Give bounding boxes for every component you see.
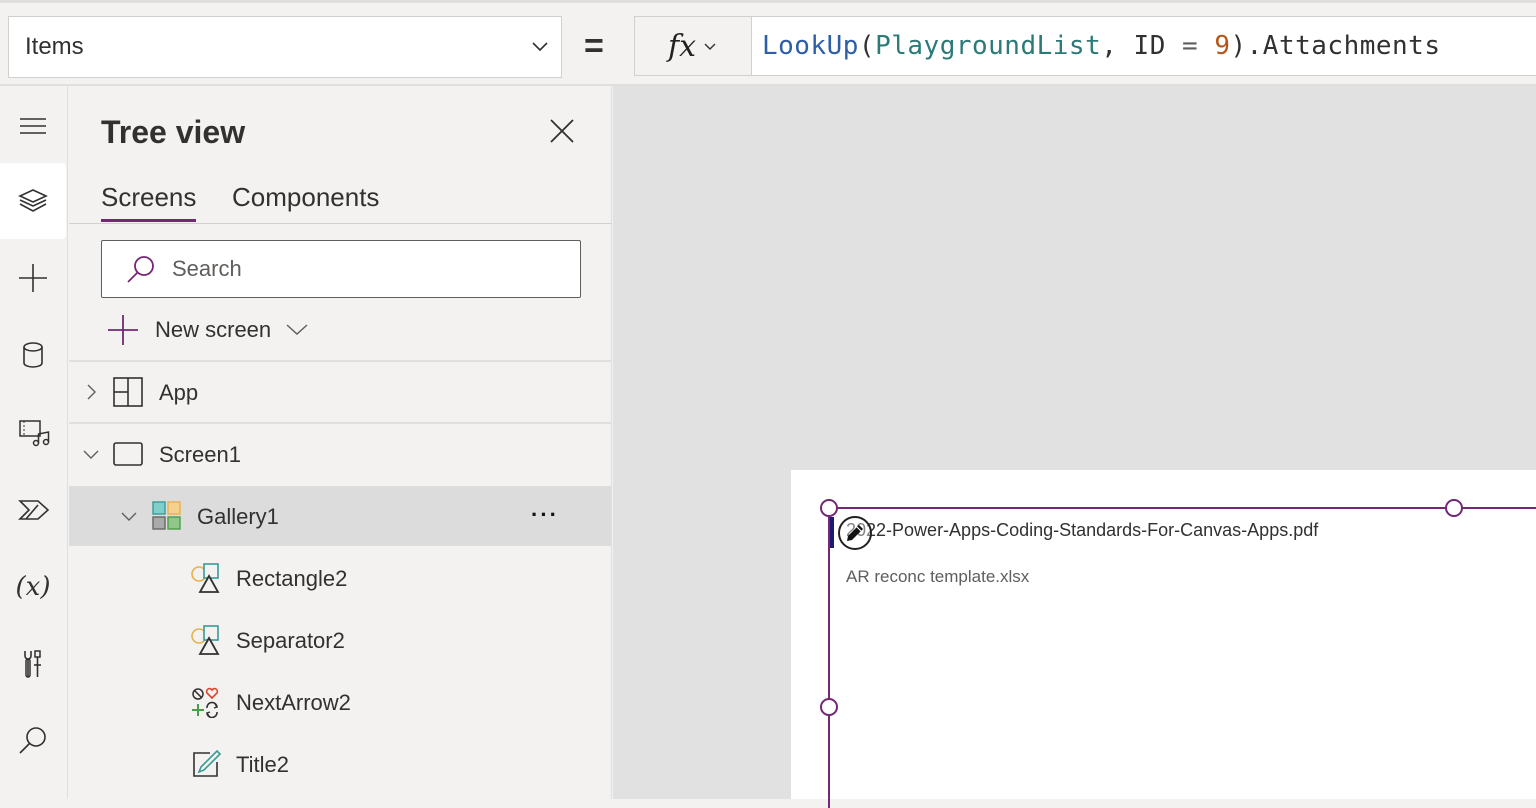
rail-media-button[interactable] xyxy=(0,394,66,470)
variables-icon: (x) xyxy=(15,572,51,602)
selection-border-left xyxy=(828,508,830,808)
chevron-down-icon[interactable] xyxy=(81,444,101,464)
chevron-down-icon xyxy=(704,43,716,50)
formula-input[interactable]: LookUp(PlaygroundList, ID = 9). Attachmen… xyxy=(751,16,1536,76)
rail-variables-button[interactable]: (x) xyxy=(0,549,66,625)
pencil-icon xyxy=(847,525,863,541)
search-placeholder: Search xyxy=(172,256,242,281)
tree-node-label: App xyxy=(159,380,199,405)
media-icon xyxy=(19,420,50,447)
chevron-down-icon xyxy=(286,324,308,335)
app-icon xyxy=(113,377,143,407)
tree-view-title: Tree view xyxy=(101,114,246,150)
tree-node-gallery1[interactable]: Gallery1 ··· xyxy=(69,486,611,546)
power-automate-icon xyxy=(18,500,50,520)
rail-power-automate-button[interactable] xyxy=(0,472,66,548)
tree-node-label: Rectangle2 xyxy=(236,566,348,591)
gallery-icon xyxy=(152,501,181,530)
chevron-down-icon xyxy=(532,42,548,52)
icons-icon xyxy=(192,687,219,718)
chevron-down-icon[interactable] xyxy=(119,506,139,526)
label-edit-icon xyxy=(193,749,222,777)
gallery-item-focus-bar xyxy=(830,517,834,548)
close-icon[interactable] xyxy=(547,116,577,146)
tree-node-title2[interactable]: Title2 xyxy=(69,734,611,794)
formula-token-punc: , xyxy=(1101,31,1134,61)
tree-node-screen1[interactable]: Screen1 xyxy=(69,422,611,482)
resize-handle-top-center[interactable] xyxy=(1445,499,1463,517)
tree-view-panel: Tree view Screens Components Search New … xyxy=(69,86,612,799)
tree-tabs: Screens Components xyxy=(69,178,612,224)
tree-node-rectangle2[interactable]: Rectangle2 xyxy=(69,548,611,608)
formula-token-prop: Attachments xyxy=(1262,31,1441,61)
selection-border-top xyxy=(829,507,1536,509)
formula-token-prop: ID xyxy=(1133,31,1166,61)
search-icon xyxy=(19,727,46,754)
tree-node-label: Screen1 xyxy=(159,442,241,467)
fx-icon: fx xyxy=(667,28,697,64)
tree-node-label: Separator2 xyxy=(236,628,345,653)
formula-token-op: = xyxy=(1165,31,1215,61)
app-screen[interactable]: 2022-Power-Apps-Coding-Standards-For-Can… xyxy=(791,470,1536,808)
tab-screens[interactable]: Screens xyxy=(101,182,197,222)
shapes-icon xyxy=(191,563,220,593)
canvas-area: 2022-Power-Apps-Coding-Standards-For-Can… xyxy=(613,86,1536,808)
formula-bar: Items = fx LookUp(PlaygroundList, ID = 9… xyxy=(0,0,1536,86)
tools-icon xyxy=(24,650,41,678)
hamburger-icon xyxy=(20,118,46,134)
resize-handle-middle-left[interactable] xyxy=(820,698,838,716)
shapes-icon xyxy=(191,625,220,655)
gallery-item-title[interactable]: AR reconc template.xlsx xyxy=(846,567,1029,587)
rail-insert-button[interactable] xyxy=(0,240,66,316)
new-screen-label: New screen xyxy=(155,317,272,342)
formula-token-fn: LookUp xyxy=(762,31,859,61)
layers-icon xyxy=(18,189,48,212)
tree-node-label: Gallery1 xyxy=(197,504,279,529)
rail-tree-view-button[interactable] xyxy=(0,163,66,239)
chevron-right-icon[interactable] xyxy=(81,382,101,402)
more-options-icon[interactable]: ··· xyxy=(531,502,559,528)
formula-token-id: PlaygroundList xyxy=(875,31,1102,61)
formula-token-num: 9 xyxy=(1214,31,1231,61)
equals-sign: = xyxy=(584,27,604,65)
left-rail: (x) xyxy=(0,86,68,799)
tree-search-input[interactable]: Search xyxy=(101,240,581,298)
screen-icon xyxy=(113,442,143,466)
rail-advanced-tools-button[interactable] xyxy=(0,626,66,702)
rail-data-button[interactable] xyxy=(0,317,66,393)
search-icon xyxy=(127,256,154,283)
formula-token-punc: ( xyxy=(858,31,876,61)
tree-node-nextarrow2[interactable]: NextArrow2 xyxy=(69,672,611,732)
tree-node-label: Title2 xyxy=(236,752,289,777)
database-icon xyxy=(23,342,43,368)
property-dropdown[interactable]: Items xyxy=(8,16,562,78)
rail-search-button[interactable] xyxy=(0,703,66,779)
edit-gallery-template-button[interactable] xyxy=(838,516,872,550)
new-screen-button[interactable]: New screen xyxy=(107,312,309,348)
tab-components[interactable]: Components xyxy=(232,182,379,219)
tree-node-app[interactable]: App xyxy=(69,360,611,420)
resize-handle-top-left[interactable] xyxy=(820,499,838,517)
fx-button[interactable]: fx xyxy=(634,16,752,76)
gallery-item-title[interactable]: 2022-Power-Apps-Coding-Standards-For-Can… xyxy=(846,520,1318,541)
tree-node-label: NextArrow2 xyxy=(236,690,351,715)
plus-icon xyxy=(108,315,138,345)
formula-token-punc: ). xyxy=(1230,31,1263,61)
property-value: Items xyxy=(25,33,84,60)
tree-node-separator2[interactable]: Separator2 xyxy=(69,610,611,670)
rail-menu-button[interactable] xyxy=(0,88,66,164)
plus-icon xyxy=(19,264,47,292)
